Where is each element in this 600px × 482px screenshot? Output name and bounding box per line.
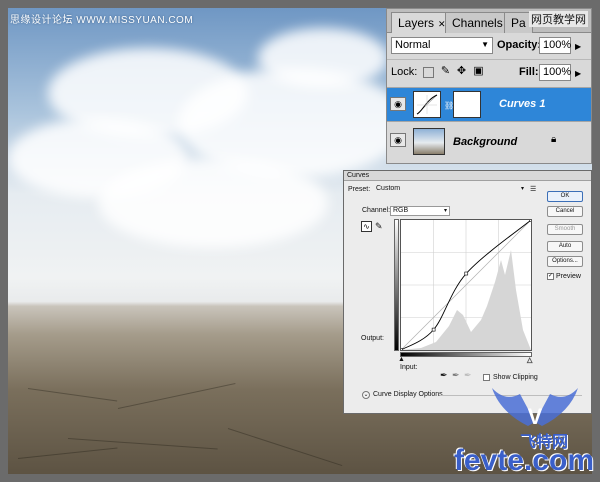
preview-label: Preview (556, 273, 581, 280)
tab-label: Channels (452, 16, 503, 30)
curve-edit-icon[interactable]: ∿ (361, 221, 372, 232)
layer-mask-thumbnail[interactable] (453, 91, 481, 118)
cloud (258, 28, 388, 88)
ground-crack (117, 383, 236, 409)
brand-name: fevte.com (453, 444, 594, 477)
tab-channels[interactable]: Channels (445, 12, 510, 33)
fill-field[interactable]: 100% (539, 64, 571, 81)
blend-mode-value: Normal (395, 39, 431, 51)
curves-graph[interactable] (399, 218, 533, 352)
pencil-icon[interactable]: ✎ (375, 221, 383, 232)
input-label: Input: (400, 364, 418, 371)
layer-row-background[interactable]: ◉ Background 🔒︎ (387, 121, 591, 161)
chevron-down-icon: ▼ (481, 40, 489, 49)
output-label: Output: (361, 335, 384, 342)
curve-control-point[interactable] (464, 271, 469, 276)
input-gradient-bar (400, 352, 532, 357)
ground-crack (67, 438, 218, 450)
chevron-right-icon[interactable]: ▶ (575, 69, 581, 78)
tab-layers[interactable]: Layers ✕ (391, 12, 453, 33)
curve-control-point[interactable] (431, 327, 436, 332)
fill-label: Fill: (519, 66, 539, 78)
svg-text:V: V (528, 404, 543, 429)
preview-checkbox[interactable]: ✓ (547, 273, 554, 280)
opacity-field[interactable]: 100% (539, 37, 571, 54)
cloud (98, 158, 328, 248)
blend-row: Normal ▼ Opacity: 100% ▶ (387, 34, 591, 58)
smooth-button[interactable]: Smooth (547, 224, 583, 235)
black-point-slider[interactable]: ▲ (398, 356, 405, 363)
panel-tabbar: Layers ✕ Channels Pa 网页教学网 (387, 9, 591, 33)
lock-row: Lock: ✎ ✥ ▣ Fill: 100% ▶ (387, 59, 591, 83)
preset-label: Preset: (348, 186, 371, 193)
curve-display-options-label: Curve Display Options (373, 391, 443, 398)
eye-icon[interactable]: ◉ (390, 133, 406, 147)
gray-eyedropper-icon[interactable]: ✒ (452, 370, 460, 381)
auto-button[interactable]: Auto (547, 241, 583, 252)
curves-plot[interactable] (399, 218, 533, 352)
lock-label: Lock: (391, 66, 418, 78)
preset-value: Custom (376, 185, 401, 192)
white-eyedropper-icon[interactable]: ✒ (464, 370, 472, 381)
black-eyedropper-icon[interactable]: ✒ (440, 370, 448, 381)
options-button[interactable]: Options... (547, 256, 583, 267)
channel-select[interactable]: RGB ▾ (390, 206, 450, 216)
layer-name[interactable]: Background (453, 136, 517, 148)
ground-crack (227, 428, 343, 467)
chevron-right-icon[interactable]: ▶ (575, 42, 581, 51)
chevron-down-icon: ▾ (520, 186, 524, 192)
layer-row-curves[interactable]: ◉ ⛓ Curves 1 (387, 87, 591, 121)
brush-icon[interactable]: ✎ (440, 66, 451, 77)
white-point-slider[interactable]: △ (527, 356, 533, 365)
opacity-label: Opacity: (497, 39, 542, 51)
watermark-top: 思缘设计论坛 WWW.MISSYUAN.COM (10, 15, 194, 26)
dialog-title: Curves (344, 171, 591, 181)
lock-icon[interactable]: ▣ (473, 66, 484, 77)
preset-select[interactable]: Custom ▾ (374, 185, 524, 195)
output-gradient-bar (394, 219, 399, 351)
tab-label: Layers (398, 16, 435, 30)
blend-mode-select[interactable]: Normal ▼ (391, 37, 493, 54)
curve-control-point[interactable] (529, 218, 533, 222)
channel-value: RGB (393, 207, 409, 214)
show-clipping-checkbox[interactable] (483, 374, 490, 381)
ok-button[interactable]: OK (547, 191, 583, 202)
ground-crack (17, 447, 118, 459)
ground-crack (27, 388, 118, 402)
chevron-down-icon: ▾ (443, 208, 447, 214)
lock-transparency-icon[interactable] (423, 67, 434, 78)
layers-panel: Layers ✕ Channels Pa 网页教学网 Normal ▼ Opacit… (386, 8, 592, 164)
layer-name[interactable]: Curves 1 (499, 98, 545, 110)
chevron-down-icon[interactable]: ⌄ (362, 391, 370, 399)
wings-logo-icon: V (492, 388, 578, 429)
eye-icon[interactable]: ◉ (390, 97, 406, 111)
curves-adjustment-icon (413, 91, 441, 118)
move-icon[interactable]: ✥ (456, 66, 467, 77)
background-thumbnail (413, 128, 445, 155)
lock-icon: 🔒︎ (551, 134, 557, 145)
channel-label: Channel: (362, 207, 391, 214)
curves-dialog: Curves Preset: Custom ▾ ☰ Channel: RGB ▾ ∿… (343, 170, 592, 414)
cancel-button[interactable]: Cancel (547, 206, 583, 217)
site-watermark: 网页教学网 (529, 11, 588, 27)
curve-control-point[interactable] (399, 348, 403, 352)
show-clipping-label: Show Clipping (493, 374, 538, 381)
preset-options-icon[interactable]: ☰ (530, 185, 536, 193)
tab-label: Pa (511, 16, 526, 30)
